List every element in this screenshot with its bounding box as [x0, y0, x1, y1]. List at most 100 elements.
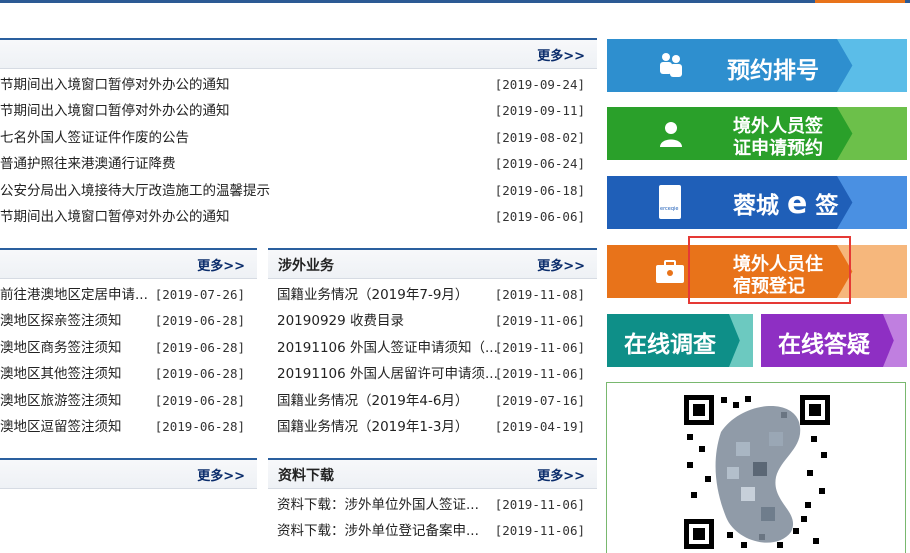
online-qa-tile[interactable]: 在线答疑	[761, 314, 907, 367]
briefcase-icon	[656, 260, 684, 283]
banner-accent	[815, 0, 905, 3]
tile-accent	[837, 176, 907, 229]
item-title[interactable]: 国籍业务情况（2019年1-3月）	[277, 414, 499, 440]
app-icon-text: erceqie	[660, 206, 679, 212]
tile-accent	[729, 314, 753, 367]
appointment-label: 预约排号	[727, 58, 819, 84]
list-item[interactable]: 公安分局出入境接待大厅改造施工的温馨提示 [2019-06-18]	[0, 178, 597, 204]
item-date: [2019-06-24]	[494, 156, 585, 172]
appointment-tile[interactable]: 预约排号	[607, 39, 907, 92]
item-title[interactable]: 前往港澳地区定居申请...	[0, 282, 158, 308]
rongcheng-label: 蓉城 e 签	[733, 186, 838, 221]
list-item[interactable]: 资料下载：涉外单位外国人签证... [2019-11-06]	[277, 492, 597, 518]
item-date: [2019-09-11]	[494, 103, 585, 119]
hk-macau-list: 前往港澳地区定居申请... [2019-07-26] 澳地区探亲签注须知 [2019…	[0, 282, 257, 440]
item-date: [2019-11-06]	[494, 339, 585, 355]
people-icon	[660, 53, 682, 77]
item-title[interactable]: 澳地区逗留签注须知	[0, 414, 158, 440]
item-date: [2019-06-28]	[154, 313, 245, 329]
item-date: [2019-08-02]	[494, 129, 585, 145]
item-date: [2019-06-28]	[154, 339, 245, 355]
downloads-panel: 资料下载 更多>> 资料下载：涉外单位外国人签证... [2019-11-06] …	[268, 458, 597, 553]
list-item[interactable]: 20191106 外国人签证申请须知（... [2019-11-06]	[277, 335, 597, 361]
qr-code-icon	[681, 392, 833, 552]
item-date: [2019-06-06]	[494, 208, 585, 224]
list-item[interactable]: 澳地区逗留签注须知 [2019-06-28]	[0, 414, 257, 440]
hk-macau-panel-header: 更多>>	[0, 248, 257, 279]
list-item[interactable]: 节期间出入境窗口暂停对外办公的通知 [2019-06-06]	[0, 204, 597, 230]
list-item[interactable]: 资料下载：涉外单位登记备案申... [2019-11-06]	[277, 518, 597, 544]
online-survey-label: 在线调查	[624, 332, 716, 358]
foreign-affairs-panel-header: 涉外业务 更多>>	[268, 248, 597, 279]
item-title[interactable]: 澳地区旅游签注须知	[0, 388, 158, 414]
foreign-affairs-list: 国籍业务情况（2019年7-9月） [2019-11-08] 20190929 收…	[277, 282, 597, 440]
item-title[interactable]: 资料下载：涉外单位登记备案申...	[277, 518, 499, 544]
top-banner-strip	[0, 0, 910, 3]
list-item[interactable]: 国籍业务情况（2019年7-9月） [2019-11-08]	[277, 282, 597, 308]
item-title[interactable]: 澳地区探亲签注须知	[0, 308, 158, 334]
item-title[interactable]: 20191106 外国人签证申请须知（...	[277, 335, 499, 361]
rongcheng-label-suffix: 签	[815, 193, 839, 219]
list-item[interactable]: 节期间出入境窗口暂停对外办公的通知 [2019-09-11]	[0, 98, 597, 124]
item-date: [2019-11-06]	[494, 313, 585, 329]
notice-list: 节期间出入境窗口暂停对外办公的通知 [2019-09-24] 节期间出入境窗口暂停…	[0, 72, 597, 230]
foreign-affairs-more-link[interactable]: 更多>>	[537, 255, 585, 274]
list-item[interactable]: 七名外国人签证证件作废的公告 [2019-08-02]	[0, 125, 597, 151]
rongcheng-label-prefix: 蓉城	[733, 193, 779, 219]
rongcheng-e-visa-tile[interactable]: erceqie 蓉城 e 签	[607, 176, 907, 229]
downloads-more-link[interactable]: 更多>>	[537, 465, 585, 484]
tile-accent	[837, 107, 907, 160]
item-title[interactable]: 国籍业务情况（2019年7-9月）	[277, 282, 499, 308]
item-title[interactable]: 20191106 外国人居留许可申请须...	[277, 361, 499, 387]
item-title[interactable]: 国籍业务情况（2019年4-6月）	[277, 388, 499, 414]
list-item[interactable]: 澳地区商务签注须知 [2019-06-28]	[0, 335, 257, 361]
notice-more-link[interactable]: 更多>>	[537, 45, 585, 64]
item-date: [2019-07-16]	[494, 392, 585, 408]
item-date: [2019-11-06]	[494, 497, 585, 512]
list-item[interactable]: 前往港澳地区定居申请... [2019-07-26]	[0, 282, 257, 308]
list-item[interactable]: 澳地区其他签注须知 [2019-06-28]	[0, 361, 257, 387]
bottom-left-panel-header: 更多>>	[0, 458, 257, 489]
visa-application-tile[interactable]: 境外人员签 证申请预约	[607, 107, 907, 160]
list-item[interactable]: 20190929 收费目录 [2019-11-06]	[277, 308, 597, 334]
downloads-panel-header: 资料下载 更多>>	[268, 458, 597, 489]
bottom-left-panel: 更多>>	[0, 458, 257, 553]
online-survey-tile[interactable]: 在线调查	[607, 314, 753, 367]
list-item[interactable]: 节期间出入境窗口暂停对外办公的通知 [2019-09-24]	[0, 72, 597, 98]
item-date: [2019-07-26]	[154, 287, 245, 302]
rongcheng-label-e: e	[787, 186, 808, 221]
downloads-list: 资料下载：涉外单位外国人签证... [2019-11-06] 资料下载：涉外单位登…	[277, 492, 597, 545]
item-date: [2019-06-28]	[154, 418, 245, 434]
item-date: [2019-04-19]	[494, 418, 585, 434]
downloads-title: 资料下载	[278, 468, 334, 484]
app-icon: erceqie	[659, 185, 681, 219]
item-title[interactable]: 澳地区其他签注须知	[0, 361, 158, 387]
item-title[interactable]: 公安分局出入境接待大厅改造施工的温馨提示	[0, 178, 270, 204]
list-item[interactable]: 国籍业务情况（2019年1-3月） [2019-04-19]	[277, 414, 597, 440]
item-date: [2019-06-28]	[154, 392, 245, 408]
item-title[interactable]: 澳地区商务签注须知	[0, 335, 158, 361]
foreign-affairs-title: 涉外业务	[278, 258, 334, 274]
item-date: [2019-11-06]	[494, 523, 585, 539]
bottom-left-more-link[interactable]: 更多>>	[197, 465, 245, 484]
list-item[interactable]: 普通护照往来港澳通行证降费 [2019-06-24]	[0, 151, 597, 177]
list-item[interactable]: 澳地区旅游签注须知 [2019-06-28]	[0, 388, 257, 414]
list-item[interactable]: 国籍业务情况（2019年4-6月） [2019-07-16]	[277, 388, 597, 414]
person-icon	[660, 122, 682, 147]
hk-macau-more-link[interactable]: 更多>>	[197, 255, 245, 274]
item-title[interactable]: 节期间出入境窗口暂停对外办公的通知	[0, 98, 230, 124]
visa-label-line2: 证申请预约	[733, 138, 823, 159]
item-title[interactable]: 普通护照往来港澳通行证降费	[0, 151, 176, 177]
item-title[interactable]: 节期间出入境窗口暂停对外办公的通知	[0, 204, 230, 230]
notice-panel-header: 更多>>	[0, 38, 597, 69]
item-title[interactable]: 节期间出入境窗口暂停对外办公的通知	[0, 72, 230, 98]
item-title[interactable]: 20190929 收费目录	[277, 308, 499, 334]
list-item[interactable]: 澳地区探亲签注须知 [2019-06-28]	[0, 308, 257, 334]
item-title[interactable]: 资料下载：涉外单位外国人签证...	[277, 492, 499, 518]
list-item[interactable]: 20191106 外国人居留许可申请须... [2019-11-06]	[277, 361, 597, 387]
notice-panel: 更多>> 节期间出入境窗口暂停对外办公的通知 [2019-09-24] 节期间出入…	[0, 38, 597, 238]
item-title[interactable]: 七名外国人签证证件作废的公告	[0, 125, 189, 151]
item-date: [2019-06-18]	[494, 182, 585, 198]
item-date: [2019-11-06]	[494, 366, 585, 382]
item-date: [2019-06-28]	[154, 366, 245, 382]
